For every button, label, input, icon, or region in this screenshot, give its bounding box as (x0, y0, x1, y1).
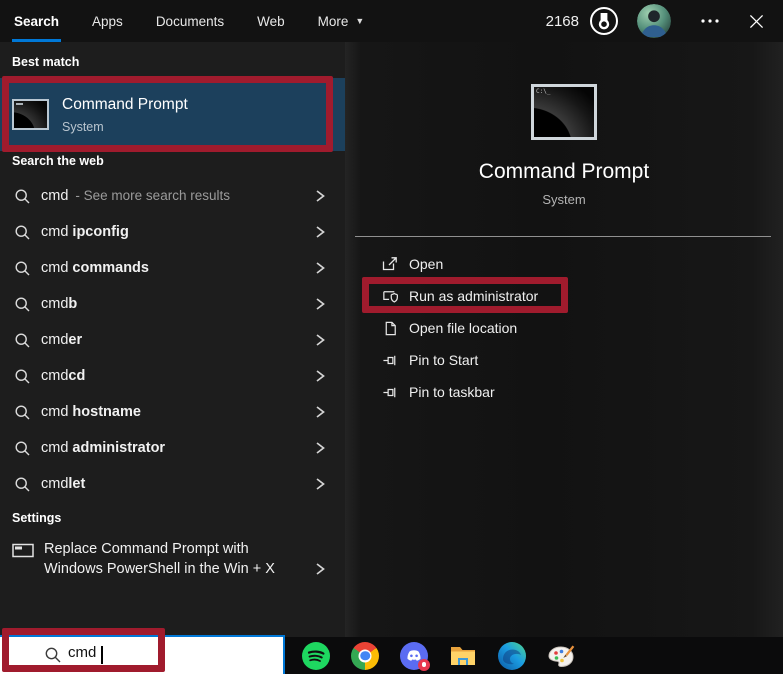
search-icon (15, 224, 30, 239)
spotify-icon[interactable] (302, 641, 330, 671)
action-pin-to-start[interactable]: Pin to Start (345, 344, 783, 376)
preview-app-subtitle: System (542, 192, 586, 207)
web-section-label: Search the web (12, 154, 104, 168)
taskbar (0, 635, 783, 674)
best-match-section-label: Best match (12, 55, 80, 69)
discord-icon[interactable] (400, 641, 430, 671)
search-header: Search Apps Documents Web More ▼ 2168 (0, 0, 783, 42)
settings-result-label: Replace Command Prompt with Windows Powe… (44, 541, 275, 577)
tab-search-label: Search (14, 13, 60, 29)
command-prompt-icon (12, 99, 49, 130)
action-pin-to-taskbar[interactable]: Pin to taskbar (345, 376, 783, 408)
chevron-down-icon: ▼ (355, 15, 365, 26)
web-suggestion-row[interactable]: cmd hostname (0, 394, 345, 430)
search-icon (15, 440, 30, 455)
preview-app-title: Command Prompt (478, 160, 650, 183)
pin-icon (380, 350, 400, 370)
web-suggestion-row[interactable]: cmd - See more search results (0, 178, 345, 214)
search-icon (15, 332, 30, 347)
settings-section-label: Settings (12, 511, 62, 525)
web-suggestion-row[interactable]: cmdlet (0, 466, 345, 502)
search-icon (15, 476, 30, 491)
rewards-points[interactable]: 2168 (546, 13, 579, 30)
tab-apps[interactable]: Apps (90, 0, 125, 42)
user-avatar[interactable] (637, 4, 671, 38)
tab-more[interactable]: More ▼ (316, 0, 367, 42)
chevron-right-icon[interactable] (313, 261, 327, 275)
tab-documents-label: Documents (155, 13, 225, 29)
taskbar-icons (302, 637, 596, 674)
chevron-right-icon[interactable] (313, 441, 327, 455)
tab-documents[interactable]: Documents (154, 0, 226, 42)
chevron-right-icon[interactable] (313, 297, 327, 311)
search-icon (15, 404, 30, 419)
chevron-right-icon[interactable] (313, 333, 327, 347)
chevron-right-icon[interactable] (313, 225, 327, 239)
search-icon (15, 188, 30, 203)
chevron-right-icon[interactable] (313, 562, 327, 576)
search-icon (15, 368, 30, 383)
console-window-icon (12, 543, 34, 558)
web-suggestion-row[interactable]: cmd ipconfig (0, 214, 345, 250)
settings-result-row[interactable]: Replace Command Prompt with Windows Powe… (0, 535, 345, 593)
best-match-result[interactable]: Command Prompt System (0, 78, 345, 151)
search-icon (15, 296, 30, 311)
tab-web[interactable]: Web (255, 0, 287, 42)
file-explorer-icon[interactable] (449, 641, 477, 671)
taskbar-search-box[interactable] (0, 635, 285, 674)
edge-icon[interactable] (498, 641, 526, 671)
web-suggestion-row[interactable]: cmd administrator (0, 430, 345, 466)
search-results-panel: Best match Command Prompt System Search … (0, 42, 345, 637)
search-icon (45, 647, 61, 663)
prompt-glyph: C:\_ (536, 88, 551, 95)
action-open-file-location[interactable]: Open file location (345, 312, 783, 344)
search-filter-tabs: Search Apps Documents Web More ▼ (12, 0, 395, 42)
tab-web-label: Web (257, 13, 285, 29)
more-options-button[interactable] (699, 0, 721, 42)
chrome-icon[interactable] (351, 641, 379, 671)
paint-icon[interactable] (547, 641, 575, 671)
text-caret (101, 646, 103, 664)
file-location-icon (380, 318, 400, 338)
action-run-as-administrator[interactable]: Run as administrator (345, 280, 783, 312)
result-preview-panel: C:\_ Command Prompt System Open Run as a… (345, 42, 783, 637)
windows-search-flyout: Search Apps Documents Web More ▼ 2168 Be… (0, 0, 783, 674)
chevron-right-icon[interactable] (313, 369, 327, 383)
close-button[interactable] (743, 0, 769, 42)
search-input[interactable] (66, 643, 250, 662)
admin-shield-icon (380, 286, 400, 306)
context-actions-list: Open Run as administrator Open file loca… (345, 248, 783, 408)
chevron-right-icon[interactable] (313, 405, 327, 419)
best-match-title: Command Prompt (62, 95, 188, 113)
chevron-right-icon[interactable] (313, 189, 327, 203)
tab-apps-label: Apps (92, 13, 123, 29)
tab-search[interactable]: Search (12, 0, 62, 42)
open-window-icon (380, 254, 400, 274)
command-prompt-icon-large: C:\_ (531, 84, 597, 140)
divider (355, 236, 771, 237)
action-open[interactable]: Open (345, 248, 783, 280)
search-icon (15, 260, 30, 275)
pin-icon (380, 382, 400, 402)
notification-badge (418, 658, 430, 671)
chevron-right-icon[interactable] (313, 477, 327, 491)
web-suggestion-row[interactable]: cmdb (0, 286, 345, 322)
web-suggestion-row[interactable]: cmdcd (0, 358, 345, 394)
web-suggestion-row[interactable]: cmder (0, 322, 345, 358)
best-match-subtitle: System (62, 119, 104, 134)
tab-more-label: More (317, 13, 349, 29)
rewards-medal-icon[interactable] (589, 6, 619, 36)
web-suggestion-row[interactable]: cmd commands (0, 250, 345, 286)
